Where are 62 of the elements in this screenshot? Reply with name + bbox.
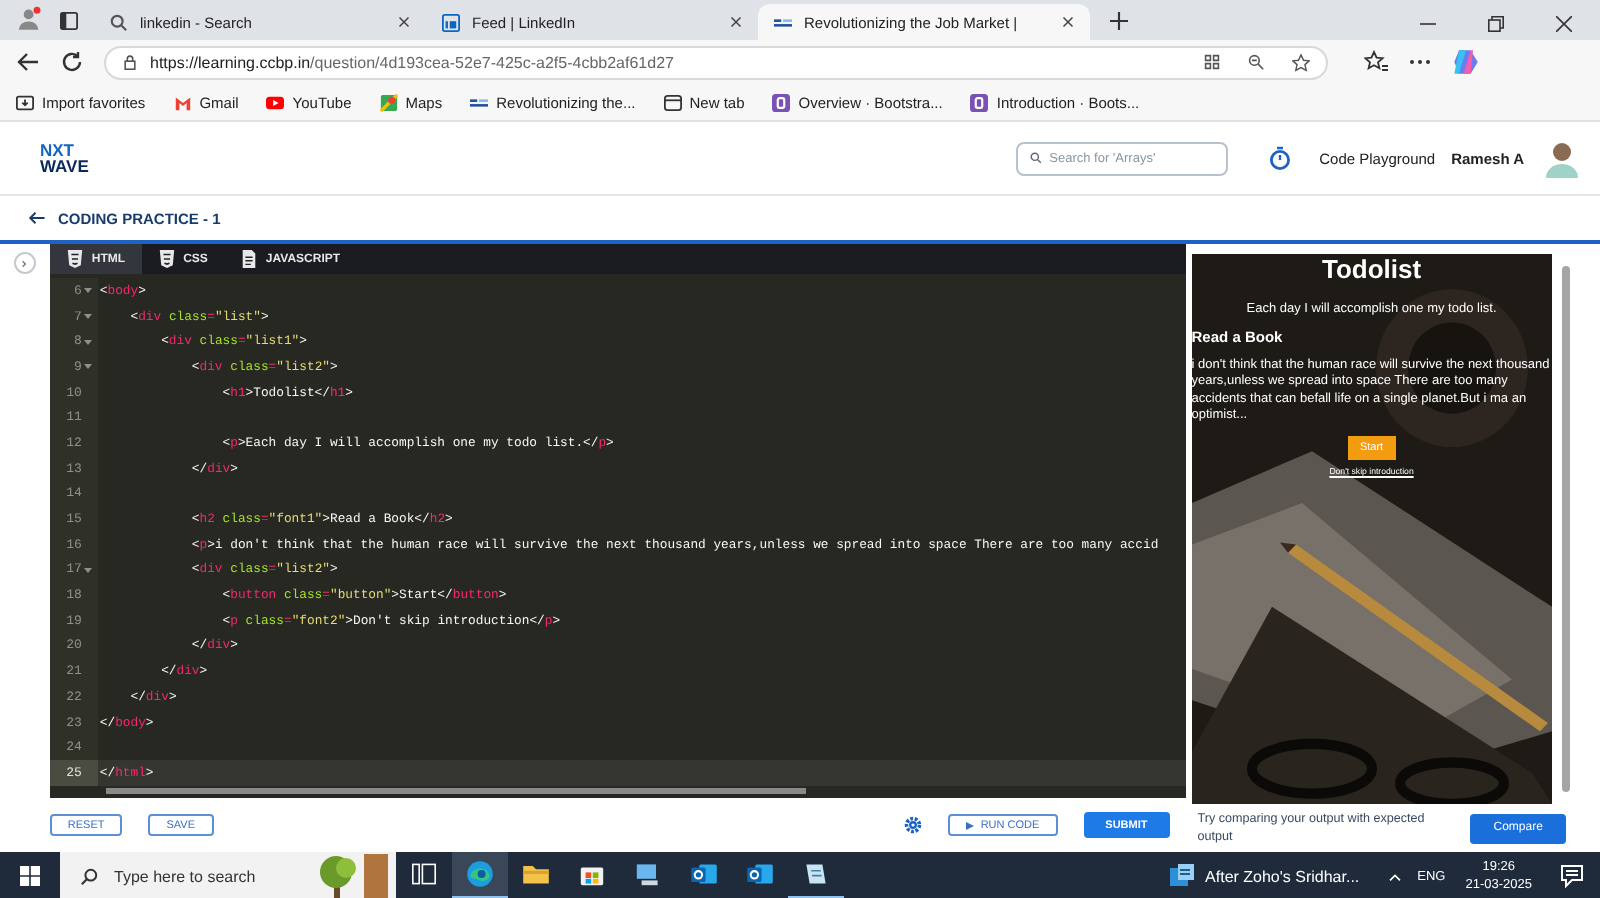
news-icon	[1169, 864, 1194, 888]
taskbar-search[interactable]: Type here to search	[60, 852, 396, 898]
tab-actions-icon[interactable]	[60, 12, 78, 30]
bootstrap-icon	[970, 93, 989, 111]
scrollbar[interactable]	[105, 788, 806, 794]
refresh-icon[interactable]	[60, 50, 84, 74]
fold-icon[interactable]	[83, 565, 92, 574]
chevron-icon	[20, 259, 29, 267]
avatar-icon[interactable]	[1544, 138, 1580, 178]
address-bar[interactable]: https://learning.ccbp.in/question/4d193cea-52e7-425c-a2f5-4cbb2af61d27	[104, 45, 1328, 79]
maps-icon	[379, 93, 398, 111]
edge-icon	[467, 861, 493, 887]
zoom-icon[interactable]	[1248, 54, 1264, 70]
play-icon	[966, 821, 975, 829]
css-icon	[157, 250, 176, 268]
windows-icon[interactable]	[20, 866, 40, 886]
lock-icon	[122, 54, 138, 70]
code-editor[interactable]	[49, 244, 1186, 798]
folder-icon	[523, 866, 549, 884]
back-icon[interactable]	[16, 50, 40, 74]
fold-icon[interactable]	[83, 286, 92, 295]
fold-icon[interactable]	[83, 312, 92, 321]
close-icon[interactable]	[398, 16, 410, 28]
logo-text: NXT	[40, 142, 76, 158]
app-grid-icon[interactable]	[1204, 54, 1220, 70]
back-icon[interactable]	[28, 210, 46, 226]
outlook-icon	[691, 864, 717, 884]
new-tab-icon[interactable]	[1110, 12, 1128, 30]
close-icon[interactable]	[1062, 16, 1074, 28]
favorites-icon[interactable]	[1364, 50, 1388, 74]
search-icon	[80, 867, 98, 885]
stopwatch-icon[interactable]	[1267, 146, 1292, 170]
youtube-icon	[266, 93, 285, 111]
profile-icon[interactable]	[16, 6, 44, 34]
search-icon	[110, 13, 128, 31]
fold-icon[interactable]	[83, 362, 92, 371]
search-icon	[1029, 152, 1042, 164]
bootstrap-icon	[772, 93, 791, 111]
outlook-icon	[747, 864, 773, 884]
site-icon	[470, 93, 489, 111]
logo-text: WAVE	[40, 158, 89, 174]
star-icon[interactable]	[1292, 53, 1310, 71]
close-icon[interactable]	[1556, 16, 1572, 32]
computer-icon	[636, 864, 658, 886]
tree-icon	[316, 854, 388, 898]
notification-icon[interactable]	[1560, 864, 1584, 888]
site-icon	[774, 13, 792, 31]
import-icon	[16, 93, 34, 111]
notepad-icon	[806, 864, 826, 884]
store-icon	[580, 867, 604, 886]
fold-icon[interactable]	[83, 337, 92, 346]
chevron-up-icon[interactable]	[1387, 871, 1402, 881]
settings-icon[interactable]	[904, 816, 923, 834]
tab-icon	[663, 93, 682, 111]
file-icon	[239, 250, 258, 268]
restore-icon[interactable]	[1488, 16, 1504, 32]
close-icon[interactable]	[730, 16, 742, 28]
gmail-icon	[173, 93, 192, 111]
preview-title: Todolist	[1319, 254, 1424, 284]
news-item[interactable]: After Zoho's Sridhar...	[1169, 864, 1360, 888]
html-icon	[65, 250, 84, 268]
task-view-icon	[412, 863, 436, 885]
